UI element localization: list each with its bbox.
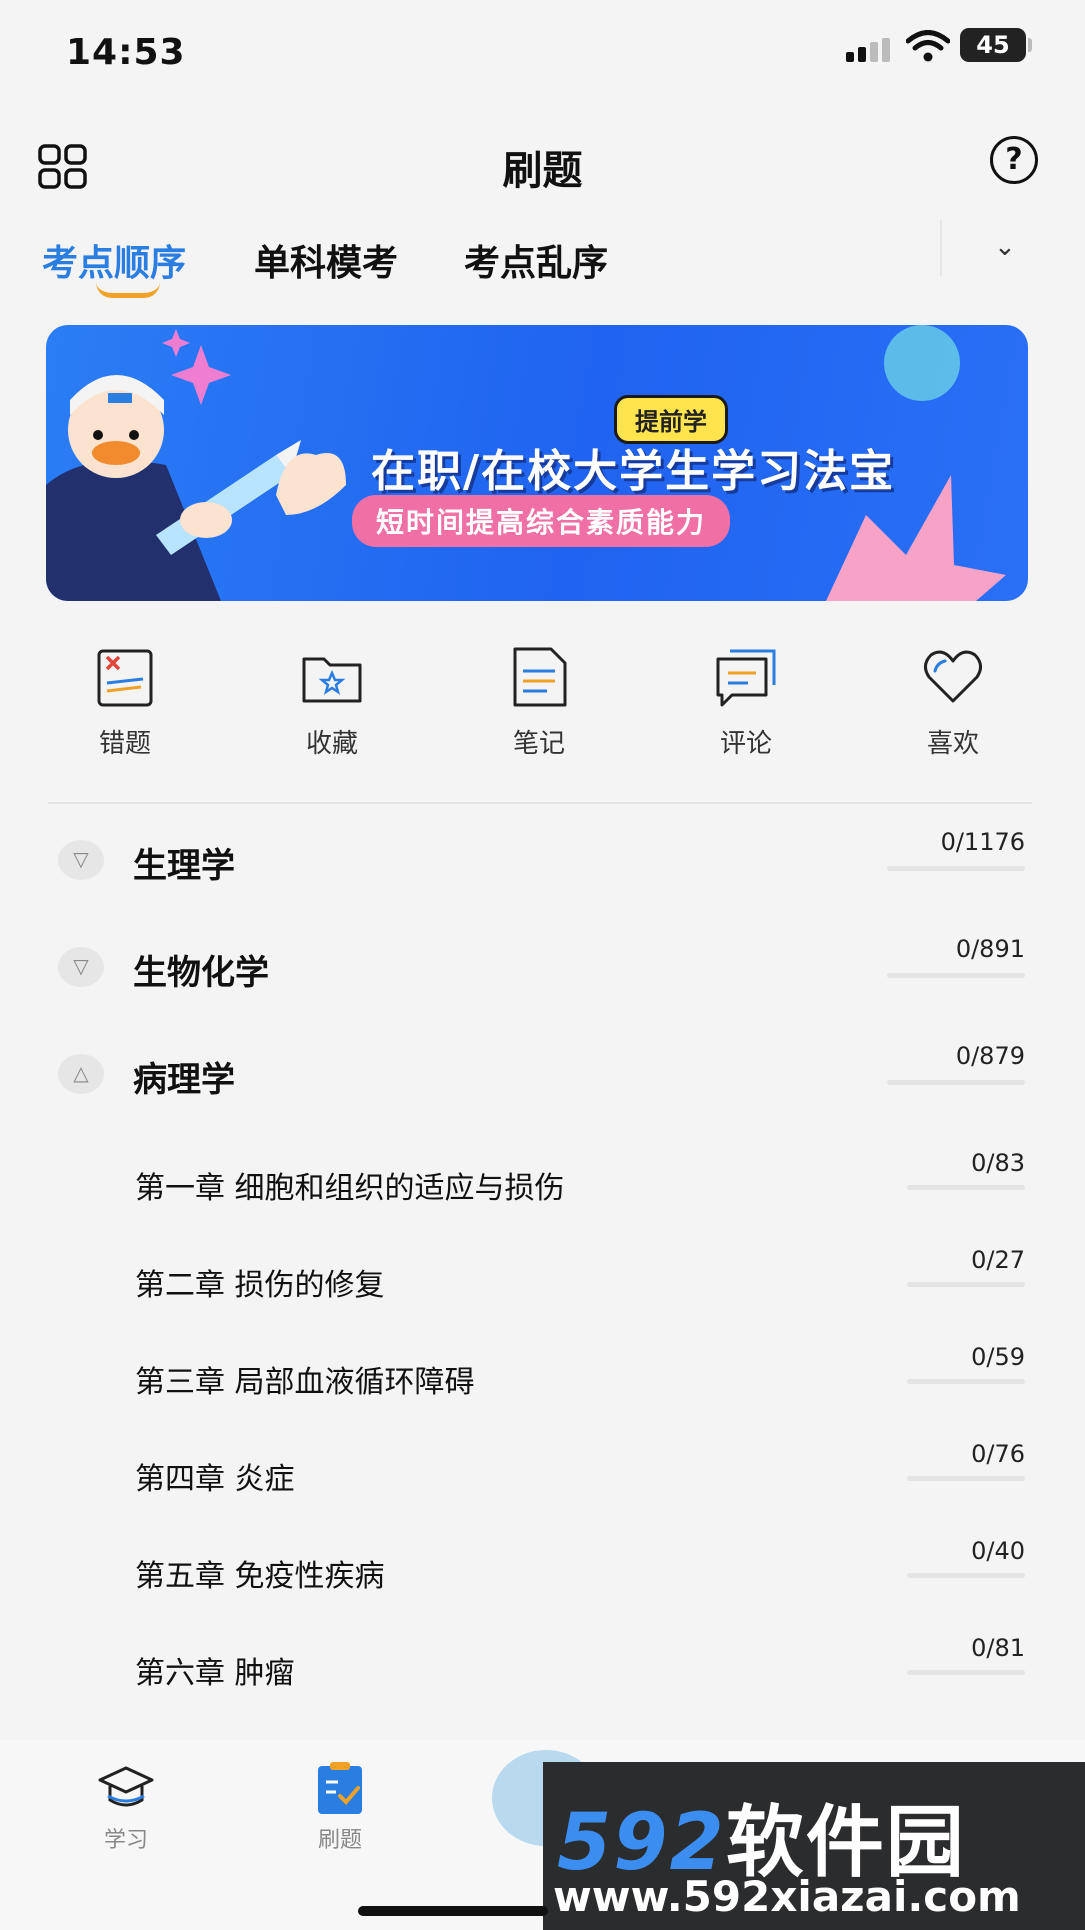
section-divider [48, 802, 1032, 804]
active-tab-indicator [96, 282, 160, 298]
subject-name: 生理学 [133, 846, 235, 886]
subject-row[interactable]: ▽ 生理学 0/1176 [0, 820, 1085, 900]
tab-kaodian-shunxu[interactable]: 考点顺序 [42, 234, 186, 286]
chevron-down-icon[interactable]: ⌄ [994, 232, 1016, 262]
chevron-down-icon[interactable]: ▽ [58, 840, 104, 880]
chapter-row[interactable]: 第二章 损伤的修复 0/27 [0, 1240, 1085, 1320]
watermark-url: www.592xiazai.com [553, 1872, 1021, 1921]
chapter-row[interactable]: 第三章 局部血液循环障碍 0/59 [0, 1337, 1085, 1417]
progress-bar [907, 1185, 1025, 1190]
progress-count: 0/83 [971, 1149, 1025, 1177]
subject-name: 生物化学 [133, 953, 269, 993]
status-time: 14:53 [66, 32, 186, 73]
shortcut-wrong-questions[interactable]: 错题 [70, 645, 180, 760]
progress-bar [887, 973, 1025, 978]
subject-row[interactable]: ▽ 生物化学 0/891 [0, 927, 1085, 1007]
nav-item-study[interactable]: 学习 [76, 1760, 176, 1854]
chapter-row[interactable]: 第四章 炎症 0/76 [0, 1434, 1085, 1514]
progress-bar [907, 1573, 1025, 1578]
shortcut-notes[interactable]: 笔记 [484, 645, 594, 760]
progress-count: 0/59 [971, 1343, 1025, 1371]
chapter-row[interactable]: 第五章 免疫性疾病 0/40 [0, 1531, 1085, 1611]
chapter-name: 第一章 细胞和组织的适应与损伤 [135, 1171, 565, 1206]
tab-kaodian-luanxu[interactable]: 考点乱序 [464, 234, 608, 286]
battery-icon: 45 [960, 28, 1026, 62]
chapter-name: 第二章 损伤的修复 [135, 1268, 385, 1303]
progress-count: 0/27 [971, 1246, 1025, 1274]
wifi-icon [906, 30, 950, 62]
watermark-logo: 592软件园 www.592xiazai.com [543, 1762, 1085, 1930]
chevron-down-icon[interactable]: ▽ [58, 947, 104, 987]
progress-bar [907, 1476, 1025, 1481]
progress-count: 0/81 [971, 1634, 1025, 1662]
comments-icon [716, 649, 776, 707]
progress-count: 0/1176 [940, 828, 1025, 856]
progress-bar [887, 866, 1025, 871]
shortcut-favorites[interactable]: 收藏 [277, 645, 387, 760]
progress-bar [907, 1670, 1025, 1675]
subject-name: 病理学 [133, 1060, 235, 1100]
progress-count: 0/76 [971, 1440, 1025, 1468]
subject-row[interactable]: △ 病理学 0/879 [0, 1034, 1085, 1114]
favorites-folder-icon [302, 657, 362, 703]
progress-count: 0/891 [955, 935, 1025, 963]
progress-bar [907, 1282, 1025, 1287]
chapter-name: 第五章 免疫性疾病 [135, 1559, 385, 1594]
nav-label: 刷题 [317, 1828, 362, 1853]
chapter-row[interactable]: 第一章 细胞和组织的适应与损伤 0/83 [0, 1143, 1085, 1223]
heart-icon [924, 650, 982, 703]
chapter-name: 第三章 局部血液循环障碍 [135, 1365, 475, 1400]
tab-danke-mokao[interactable]: 单科模考 [254, 234, 398, 286]
notes-icon [513, 647, 567, 707]
chevron-up-icon[interactable]: △ [58, 1054, 104, 1094]
chapter-name: 第四章 炎症 [135, 1462, 295, 1497]
progress-bar [907, 1379, 1025, 1384]
shortcut-label: 错题 [98, 729, 151, 759]
chapter-name: 第六章 肿瘤 [135, 1656, 295, 1691]
status-bar: 14:53 45 [0, 0, 1085, 110]
shortcut-label: 收藏 [305, 729, 358, 759]
nav-item-practice[interactable]: 刷题 [290, 1760, 390, 1854]
question-icon[interactable]: ? [990, 136, 1038, 184]
shortcut-comments[interactable]: 评论 [691, 645, 801, 760]
shortcut-likes[interactable]: 喜欢 [898, 645, 1008, 760]
shortcut-label: 笔记 [512, 729, 565, 759]
progress-count: 0/879 [955, 1042, 1025, 1070]
home-indicator [358, 1906, 548, 1916]
nav-label: 学习 [103, 1828, 148, 1853]
tabs-divider [940, 220, 942, 276]
promo-banner[interactable]: 提前学 在职/在校大学生学习法宝 短时间提高综合素质能力 [46, 325, 1028, 601]
cellular-signal-icon [846, 38, 890, 62]
chapter-row[interactable]: 第六章 肿瘤 0/81 [0, 1628, 1085, 1708]
page-title: 刷题 [502, 148, 583, 194]
shortcut-label: 喜欢 [926, 729, 979, 759]
progress-count: 0/40 [971, 1537, 1025, 1565]
shortcut-label: 评论 [719, 729, 772, 759]
wrong-questions-icon [97, 649, 153, 707]
clipboard-check-icon [318, 1762, 362, 1814]
graduation-cap-icon [98, 1766, 154, 1807]
banner-title: 在职/在校大学生学习法宝 [371, 446, 896, 497]
banner-subtitle: 短时间提高综合素质能力 [352, 495, 731, 547]
battery-tip [1028, 38, 1032, 52]
progress-bar [887, 1080, 1025, 1085]
